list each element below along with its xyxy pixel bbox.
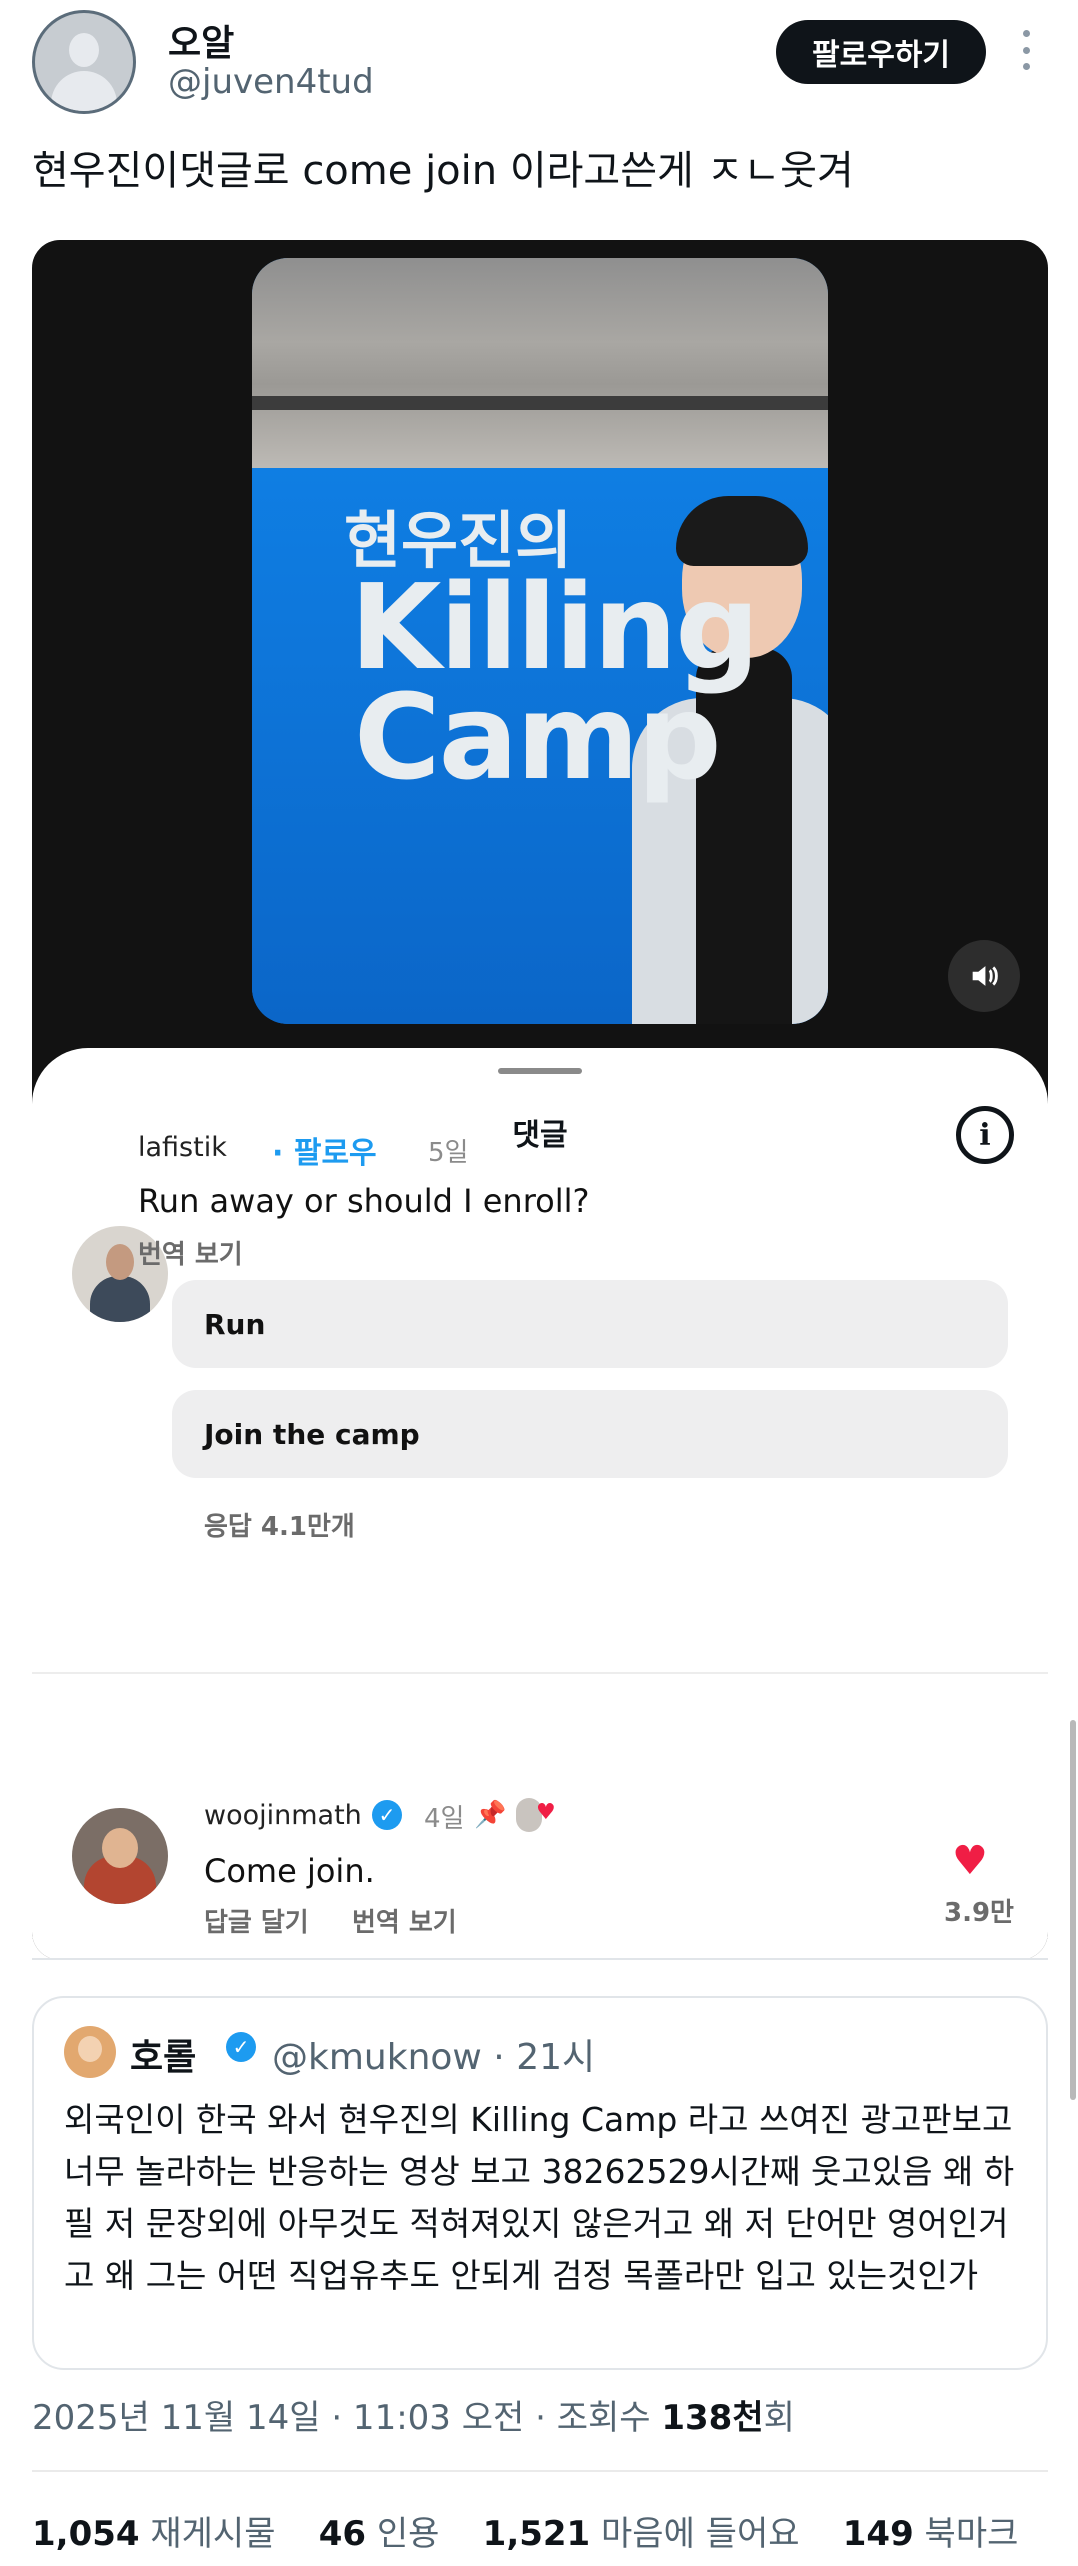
heart-icon[interactable]: ♥ [952, 1838, 988, 1884]
tweet-header: 오알 @juven4tud 팔로우하기 [0, 0, 1078, 120]
view-count-suffix: 회 [763, 2398, 795, 2438]
reply-count[interactable]: 응답 4.1만개 [204, 1506, 355, 1543]
comment-like-count: 3.9만 [944, 1898, 1014, 1928]
comment-time: 5일 [428, 1138, 469, 1168]
media-bottom-edge [32, 1958, 1048, 1960]
repost-count[interactable]: 1,054 [32, 2514, 140, 2554]
like-count[interactable]: 1,521 [483, 2514, 591, 2554]
more-icon[interactable] [1016, 30, 1036, 70]
stats-divider [32, 2470, 1048, 2472]
quote-handle[interactable]: @kmuknow · 21시 [272, 2028, 595, 2080]
verified-icon: ✓ [226, 2032, 256, 2062]
banner-text-line3: Camp [354, 668, 722, 806]
volume-icon[interactable] [948, 940, 1020, 1012]
author-handle[interactable]: @juven4tud [168, 62, 374, 102]
verified-icon: ✓ [372, 1800, 402, 1830]
comment-avatar[interactable] [72, 1808, 168, 1904]
translate-link[interactable]: 번역 보기 [138, 1234, 243, 1271]
comment-text: Run away or should I enroll? [138, 1182, 590, 1220]
quote-display-name[interactable]: 호롤 [130, 2028, 196, 2080]
video-player[interactable]: 현우진의 Killing Camp [252, 258, 828, 1024]
heart-icon: ♥ [536, 1800, 556, 1825]
reply-link[interactable]: 답글 달기 [204, 1902, 309, 1939]
comment-follow-link[interactable]: · 팔로우 [272, 1128, 377, 1172]
comment-time: 4일 [424, 1804, 465, 1834]
comment-text: Come join. [204, 1852, 375, 1890]
quote-count[interactable]: 46 [319, 2514, 366, 2554]
info-icon[interactable]: i [956, 1106, 1014, 1164]
comment-username[interactable]: lafistik [138, 1132, 227, 1163]
translate-link[interactable]: 번역 보기 [352, 1902, 457, 1939]
quote-label[interactable]: 인용 [377, 2514, 440, 2554]
author-display-name[interactable]: 오알 [168, 14, 234, 66]
tweet-media[interactable]: 현우진의 Killing Camp 댓글 i lafistik · 팔로우 5일… [32, 240, 1048, 1960]
reply-option[interactable]: Run [172, 1280, 1008, 1368]
pin-icon: 📌 [474, 1800, 507, 1830]
sheet-grab-handle[interactable] [498, 1068, 582, 1074]
tweet-stats: 1,054 재게시물 46 인용 1,521 마음에 들어요 149 북마크 [32, 2506, 1018, 2555]
follow-button[interactable]: 팔로우하기 [776, 20, 986, 84]
quote-tweet[interactable]: 호롤 ✓ @kmuknow · 21시 외국인이 한국 와서 현우진의 Kill… [32, 1996, 1048, 2370]
bookmark-count[interactable]: 149 [843, 2514, 914, 2554]
comment-divider [32, 1672, 1048, 1674]
view-count: 138천 [661, 2398, 764, 2438]
author-avatar[interactable] [32, 10, 136, 114]
repost-label[interactable]: 재게시물 [150, 2514, 275, 2554]
like-label[interactable]: 마음에 들어요 [601, 2514, 800, 2554]
quote-text: 외국인이 한국 와서 현우진의 Killing Camp 라고 쓰여진 광고판보… [64, 2100, 1015, 2295]
comment-username[interactable]: woojinmath [204, 1800, 362, 1831]
scrollbar-thumb[interactable] [1070, 1720, 1076, 2100]
quote-avatar[interactable] [64, 2026, 116, 2078]
reply-option[interactable]: Join the camp [172, 1390, 1008, 1478]
tweet-meta: 2025년 11월 14일 · 11:03 오전 · 조회수 138천회 [32, 2390, 795, 2439]
tweet-datetime[interactable]: 2025년 11월 14일 · 11:03 오전 · 조회수 [32, 2398, 661, 2438]
bookmark-label[interactable]: 북마크 [925, 2514, 1019, 2554]
tweet-text: 현우진이댓글로 come join 이라고쓴게 ㅈㄴ웃겨 [32, 148, 854, 194]
